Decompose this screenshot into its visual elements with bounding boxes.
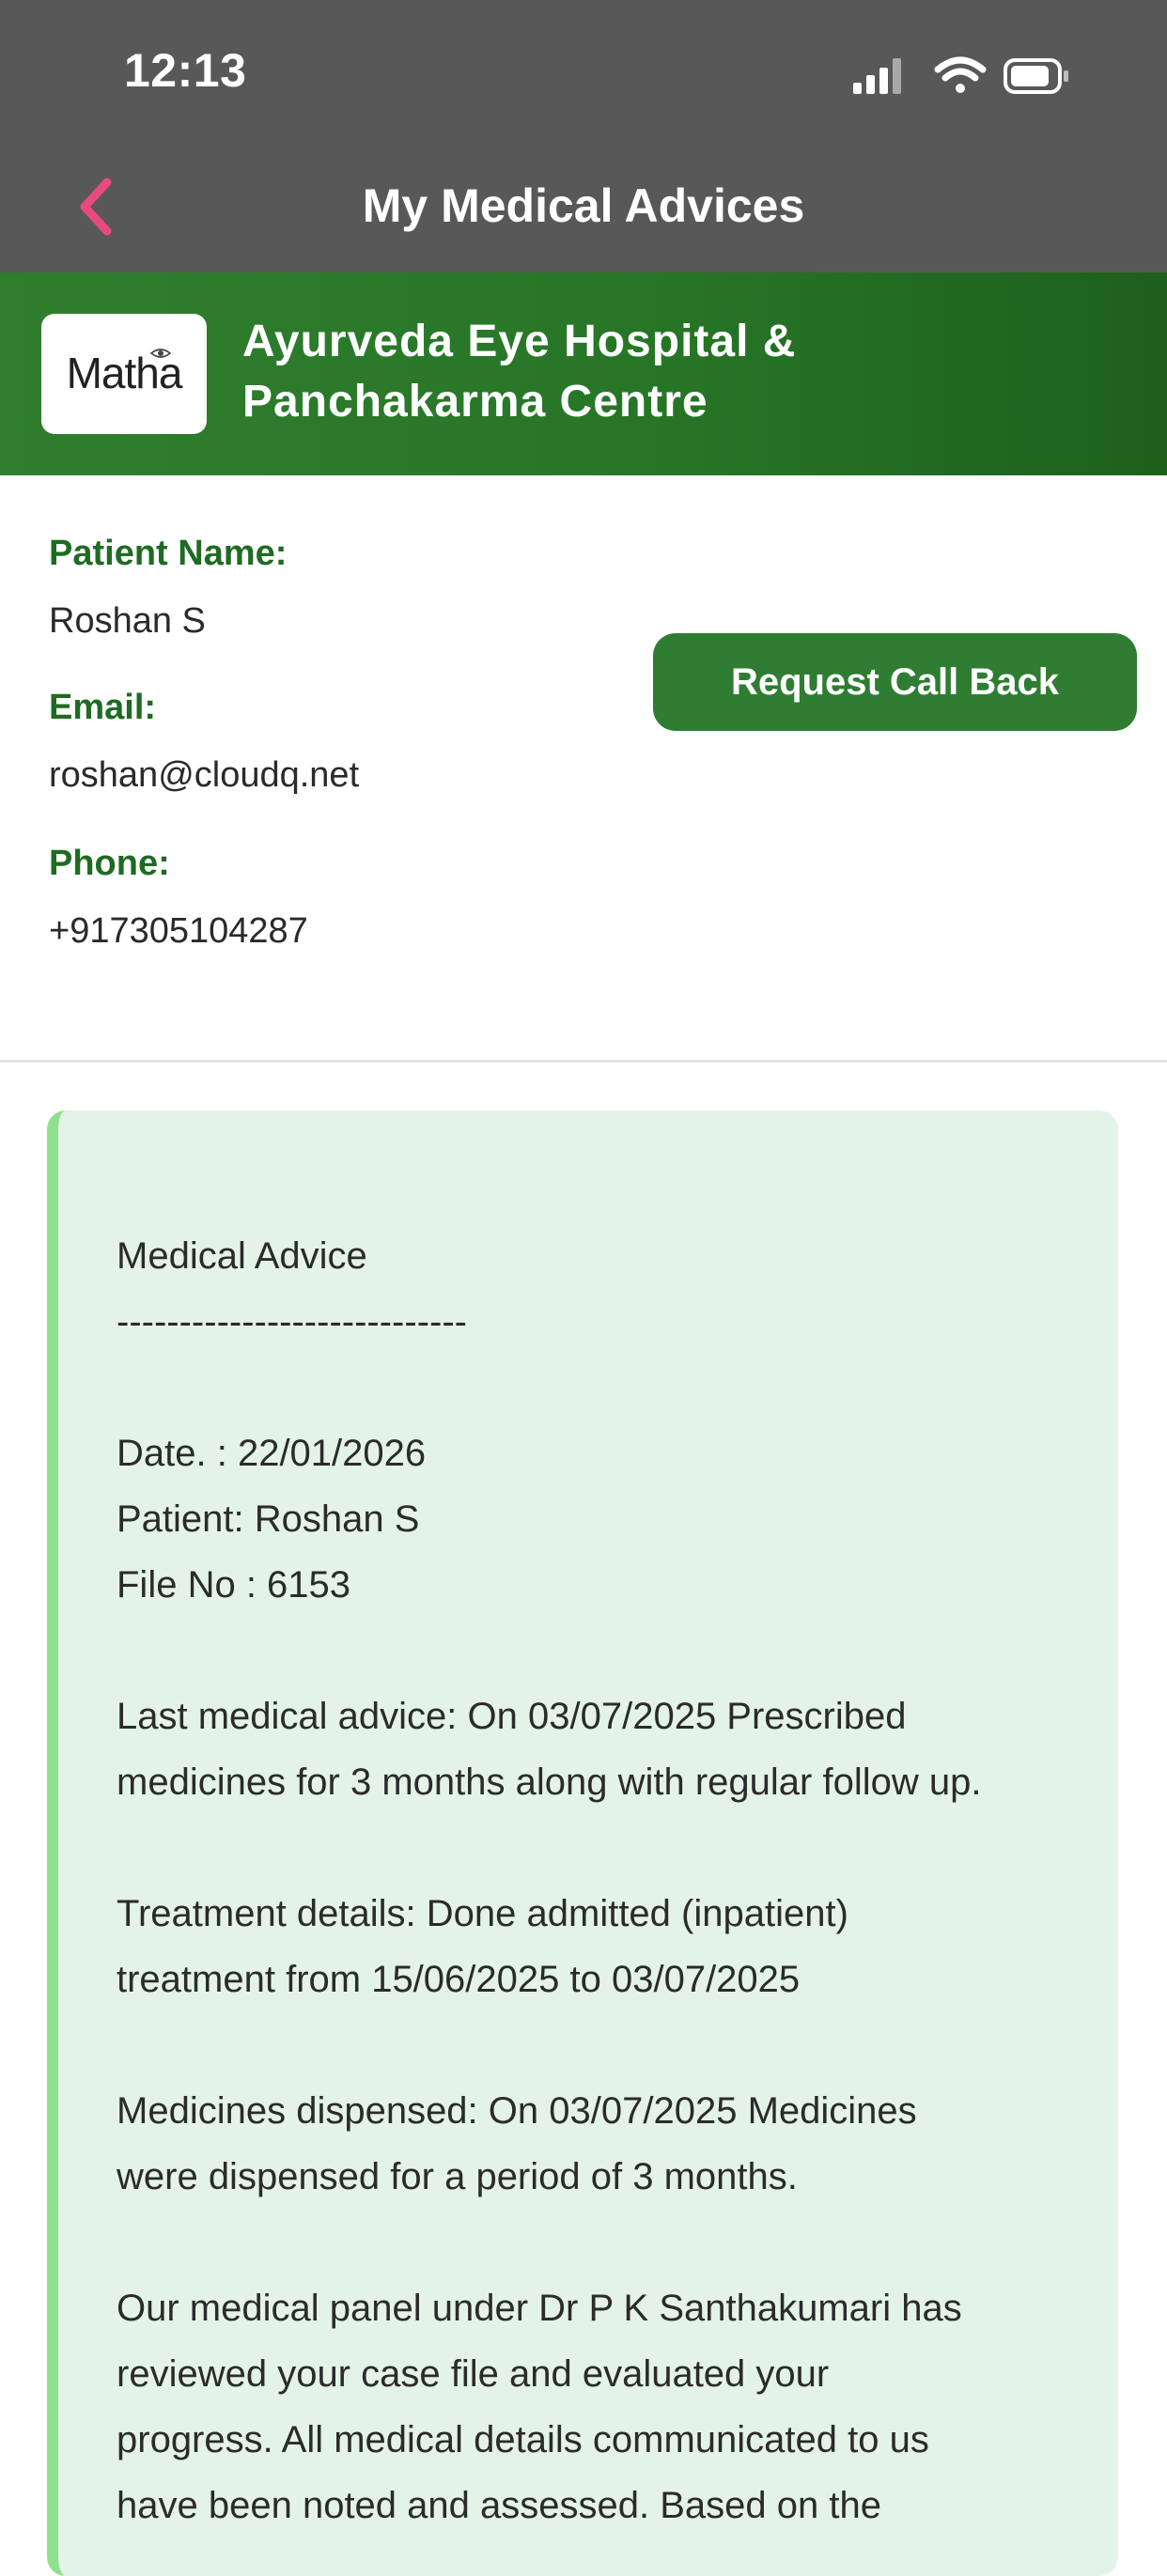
advice-text: Medical Advice -------------------------… (117, 1223, 1094, 2538)
hospital-name: Ayurveda Eye Hospital & Panchakarma Cent… (242, 312, 1088, 432)
logo-text: Matha (66, 349, 183, 397)
patient-name-value: Roshan S (49, 601, 206, 641)
phone-value: +917305104287 (49, 911, 308, 951)
eye-icon (150, 349, 171, 358)
advice-panel-line4: have been noted and assessed. Based on t… (117, 2485, 881, 2526)
battery-icon (1004, 58, 1068, 94)
wifi-icon (934, 56, 987, 93)
signal-icon (853, 58, 901, 94)
advice-last-advice-line2: medicines for 3 months along with regula… (117, 1761, 982, 1803)
phone-label: Phone: (49, 844, 170, 883)
advice-heading: Medical Advice (117, 1235, 367, 1277)
top-bar: 12:13 My Medical Advices (0, 0, 1167, 272)
email-value: roshan@cloudq.net (49, 755, 360, 795)
hospital-name-line1: Ayurveda Eye Hospital & (242, 317, 797, 366)
page-title: My Medical Advices (362, 179, 805, 232)
hospital-name-line2: Panchakarma Centre (242, 377, 708, 427)
advice-medicines-line2: were dispensed for a period of 3 months. (117, 2156, 798, 2197)
advice-separator: ---------------------------- (117, 1301, 467, 1342)
advice-file-no: File No : 6153 (117, 1564, 351, 1606)
email-label: Email: (49, 688, 157, 727)
hospital-banner: Matha Ayurveda Eye Hospital & Panchakarm… (0, 272, 1167, 475)
request-call-back-button[interactable]: Request Call Back (653, 633, 1137, 731)
advice-last-advice-line1: Last medical advice: On 03/07/2025 Presc… (117, 1696, 907, 1737)
advice-treatment-line1: Treatment details: Done admitted (inpati… (117, 1893, 848, 1934)
advice-panel-line3: progress. All medical details communicat… (117, 2419, 929, 2460)
hospital-logo: Matha (41, 314, 207, 434)
advice-panel-line2: reviewed your case file and evaluated yo… (117, 2353, 830, 2395)
status-icons (853, 56, 1068, 94)
patient-name-label: Patient Name: (49, 534, 288, 573)
advice-medicines-line1: Medicines dispensed: On 03/07/2025 Medic… (117, 2090, 917, 2132)
advice-date: Date. : 22/01/2026 (117, 1433, 427, 1474)
divider (0, 1060, 1167, 1063)
advice-treatment-line2: treatment from 15/06/2025 to 03/07/2025 (117, 1959, 801, 2000)
medical-advice-card: Medical Advice -------------------------… (47, 1110, 1118, 2576)
advice-patient: Patient: Roshan S (117, 1498, 420, 1540)
advice-panel-line1: Our medical panel under Dr P K Santhakum… (117, 2288, 962, 2329)
status-time: 12:13 (124, 44, 247, 97)
